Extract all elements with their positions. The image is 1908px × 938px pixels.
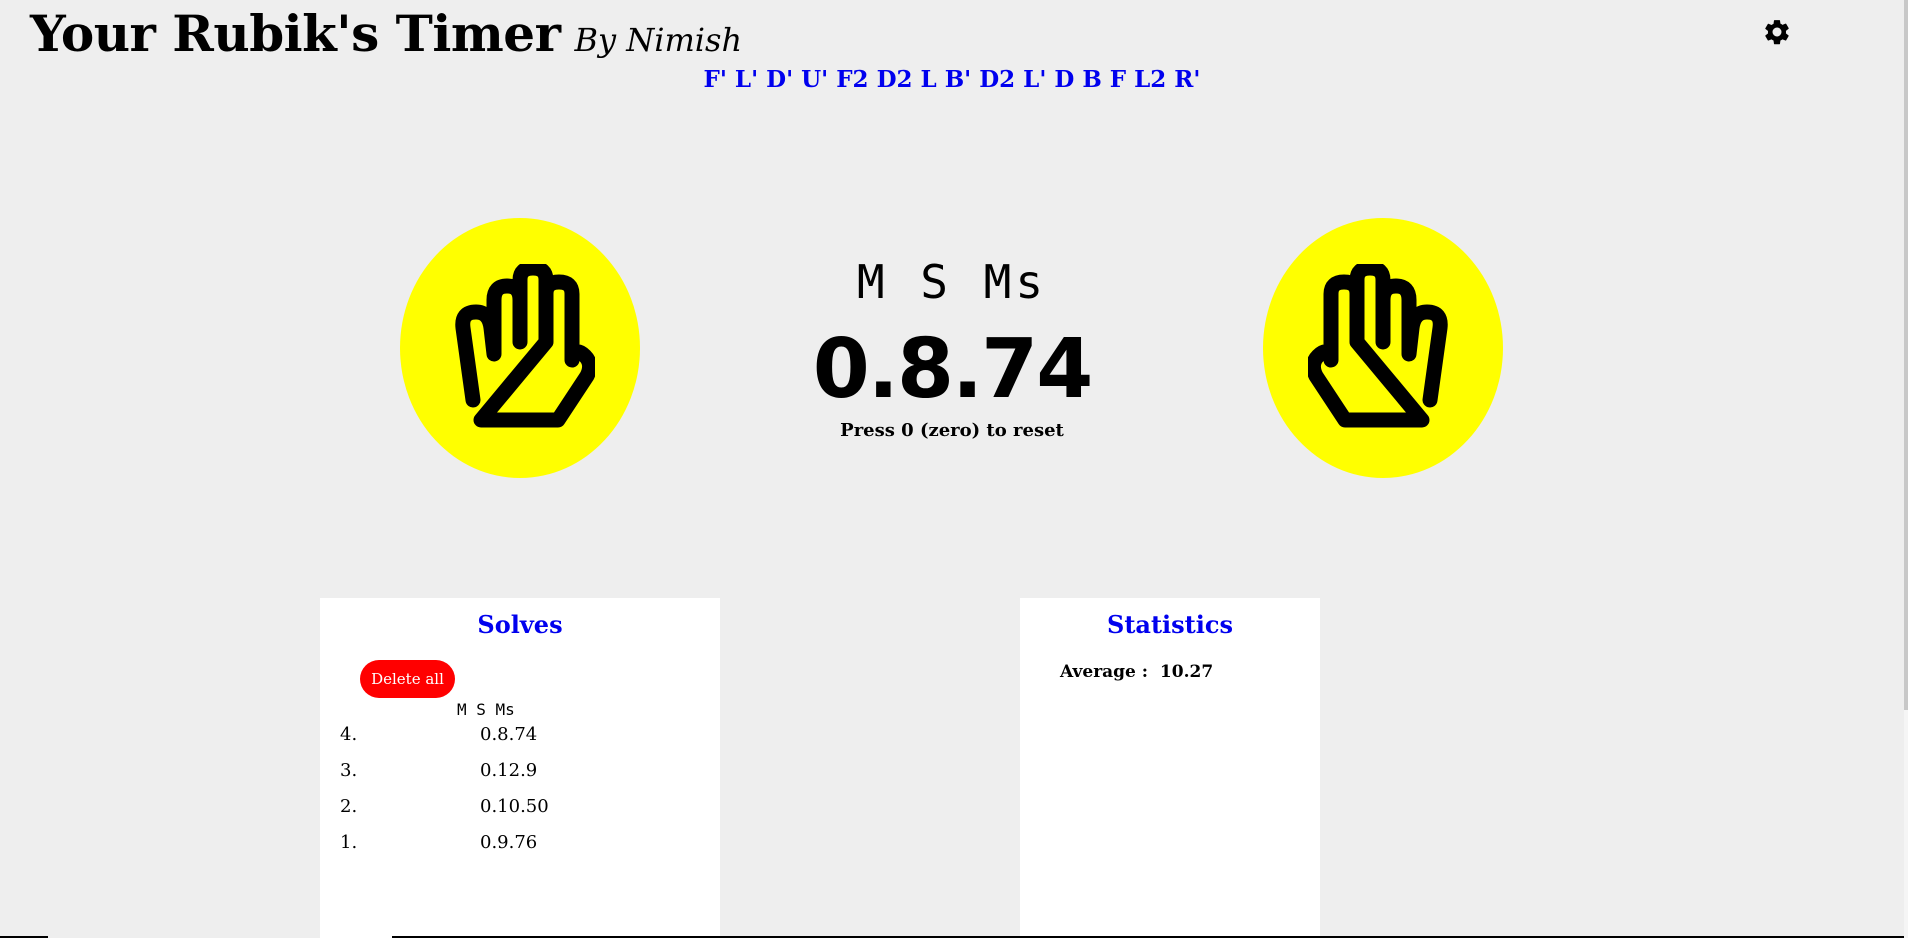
list-item[interactable]: 4. 0.8.74: [340, 724, 700, 754]
solve-time: 0.10.50: [480, 796, 549, 817]
app-title: Your Rubik's Timer: [30, 4, 561, 63]
timer-display: 0.8.74: [812, 322, 1094, 417]
solves-column-header: M S Ms: [457, 700, 515, 719]
delete-all-button[interactable]: Delete all: [360, 660, 455, 698]
list-item[interactable]: 1. 0.9.76: [340, 832, 700, 862]
scrollbar-thumb[interactable]: [1904, 0, 1908, 710]
solve-time: 0.9.76: [480, 832, 538, 853]
statistics-panel: Statistics Average : 10.27: [1020, 598, 1320, 938]
solve-index: 1.: [340, 832, 358, 853]
statistics-title: Statistics: [1106, 610, 1233, 639]
list-item[interactable]: 2. 0.10.50: [340, 796, 700, 826]
settings-button[interactable]: [1762, 17, 1792, 47]
gear-icon: [1765, 20, 1789, 45]
average-label: Average :: [1060, 662, 1149, 682]
page: Your Rubik's Timer By Nimish F' L' D' U'…: [0, 0, 1908, 938]
solves-panel: Solves Delete all M S Ms 4. 0.8.74 3. 0.…: [320, 598, 720, 938]
solve-index: 2.: [340, 796, 358, 817]
solve-index: 4.: [340, 724, 358, 745]
solve-time: 0.8.74: [480, 724, 538, 745]
app-byline: By Nimish: [574, 21, 743, 59]
header: Your Rubik's Timer By Nimish: [30, 4, 742, 63]
timer-units-label: M S Ms: [856, 255, 1048, 309]
solve-index: 3.: [340, 760, 358, 781]
list-item[interactable]: 3. 0.12.9: [340, 760, 700, 790]
solve-time: 0.12.9: [480, 760, 538, 781]
average-stat: Average : 10.27: [1060, 662, 1213, 682]
average-value: 10.27: [1159, 662, 1214, 682]
solves-title: Solves: [477, 610, 563, 639]
scramble-sequence: F' L' D' U' F2 D2 L B' D2 L' D B F L2 R': [703, 66, 1201, 93]
reset-hint: Press 0 (zero) to reset: [840, 420, 1064, 441]
